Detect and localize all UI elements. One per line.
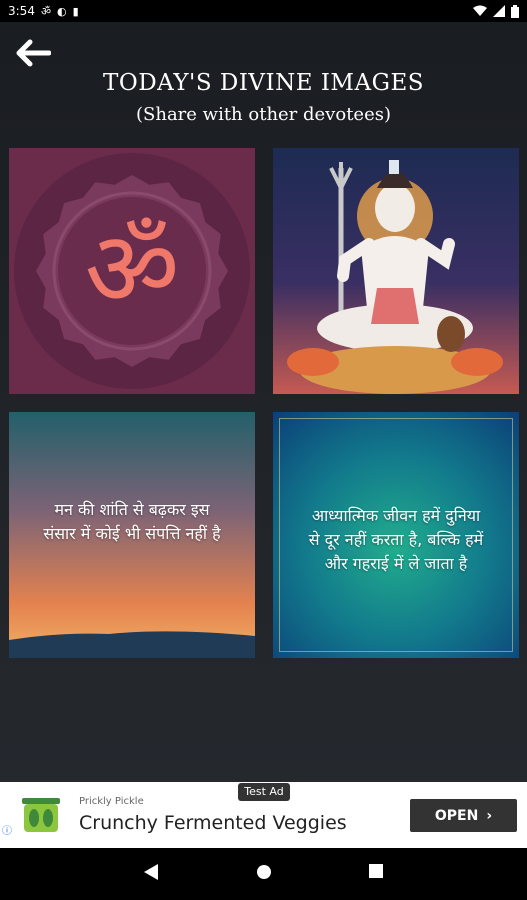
- quote-line: और गहराई में ले जाता है: [324, 554, 468, 573]
- ad-headline: Crunchy Fermented Veggies: [79, 812, 347, 834]
- adchoices-icon[interactable]: ⓘ: [2, 822, 12, 837]
- app-background: [0, 22, 527, 782]
- back-button[interactable]: [14, 38, 52, 68]
- quote-line: आध्यात्मिक जीवन हमें दुनिया: [311, 506, 481, 525]
- sd-card-icon: ▮: [72, 4, 79, 18]
- system-nav-bar: [0, 848, 527, 900]
- hills-silhouette: [9, 631, 255, 658]
- quote-line: मन की शांति से बढ़कर इस: [54, 500, 210, 519]
- test-ad-badge: Test Ad: [238, 783, 290, 801]
- battery-icon: [511, 4, 519, 18]
- ad-open-button[interactable]: OPEN ›: [410, 799, 517, 832]
- om-symbol-image: ॐ: [14, 153, 250, 389]
- svg-text:ॐ: ॐ: [85, 208, 180, 330]
- om-image-tile[interactable]: ॐ: [9, 148, 255, 394]
- chevron-right-icon: ›: [486, 807, 493, 824]
- ad-advertiser: Prickly Pickle: [79, 796, 144, 807]
- ad-open-label: OPEN: [434, 807, 479, 824]
- wifi-icon: [473, 5, 487, 16]
- quote-text-1: मन की शांति से बढ़कर इस संसार में कोई भी…: [9, 498, 255, 546]
- triangle-back-icon[interactable]: [144, 864, 158, 880]
- signal-icon: [493, 5, 505, 17]
- status-time: 3:54: [8, 4, 35, 18]
- arrow-left-icon: [16, 39, 51, 67]
- quote-line: संसार में कोई भी संपत्ति नहीं है: [43, 524, 221, 543]
- shiva-image-tile[interactable]: [273, 148, 519, 394]
- om-notification-icon: ॐ: [40, 4, 51, 18]
- shiva-statue-image: [287, 160, 503, 394]
- page-subtitle: (Share with other devotees): [136, 104, 391, 125]
- quote-text-2: आध्यात्मिक जीवन हमें दुनिया से दूर नहीं …: [273, 504, 519, 576]
- status-bar: 3:54 ॐ ◐ ▮: [0, 0, 527, 22]
- page-title: TODAY'S DIVINE IMAGES: [103, 70, 424, 96]
- quote-image-tile-1[interactable]: मन की शांति से बढ़कर इस संसार में कोई भी…: [9, 412, 255, 658]
- quote-image-tile-2[interactable]: आध्यात्मिक जीवन हमें दुनिया से दूर नहीं …: [273, 412, 519, 658]
- pickle-jar-icon: [22, 798, 60, 832]
- quote-line: से दूर नहीं करता है, बल्कि हमें: [308, 530, 484, 549]
- app-notification-icon: ◐: [57, 4, 67, 18]
- circle-home-icon[interactable]: [256, 864, 272, 880]
- square-recents-icon[interactable]: [369, 864, 383, 878]
